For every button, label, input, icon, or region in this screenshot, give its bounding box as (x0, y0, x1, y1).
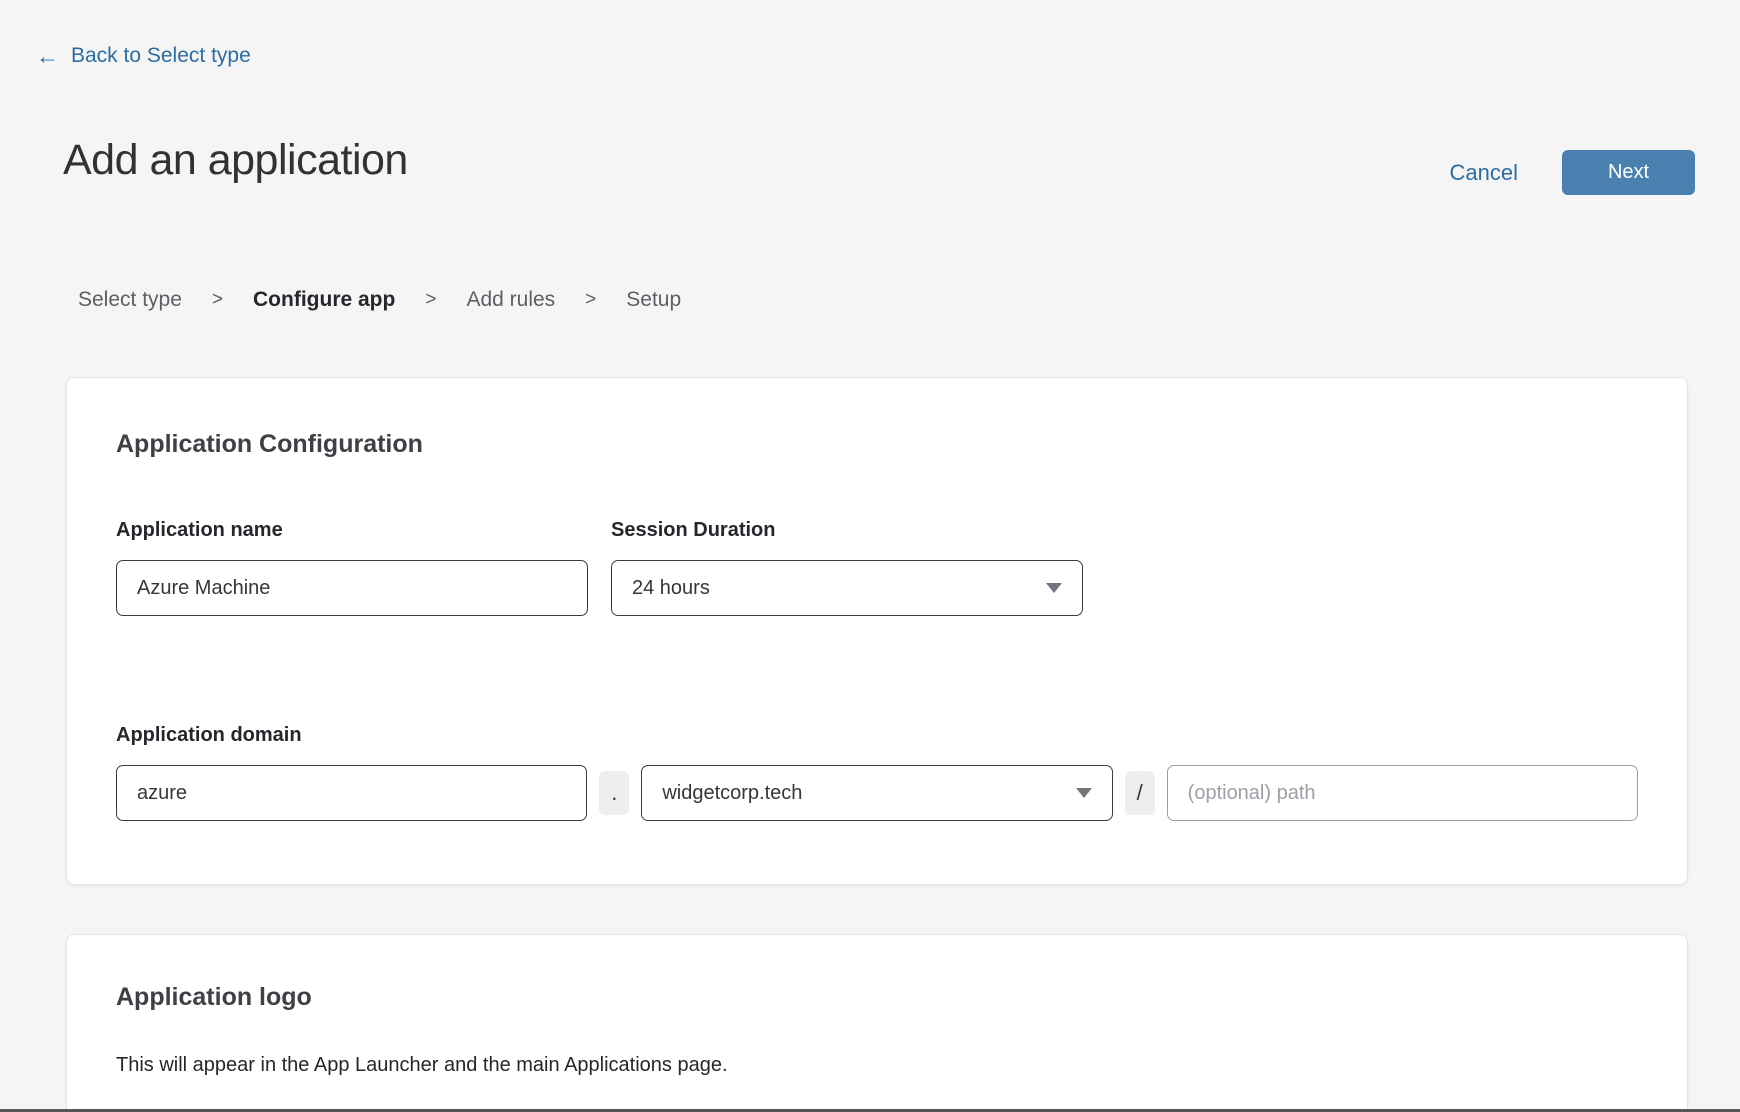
session-duration-select[interactable]: 24 hours (611, 560, 1083, 616)
application-configuration-heading: Application Configuration (116, 430, 1638, 459)
chevron-down-icon (1076, 788, 1092, 798)
breadcrumb-step-add-rules[interactable]: Add rules (466, 288, 555, 312)
session-duration-value: 24 hours (632, 577, 710, 600)
session-duration-label: Session Duration (611, 519, 1083, 542)
page-title: Add an application (63, 136, 408, 185)
session-duration-field-group: Session Duration 24 hours (611, 519, 1083, 616)
application-name-field-group: Application name (116, 519, 588, 616)
header-actions: Cancel Next (1450, 150, 1695, 195)
application-logo-heading: Application logo (116, 983, 1638, 1012)
back-link-label: Back to Select type (71, 44, 251, 68)
domain-select-value: widgetcorp.tech (662, 782, 802, 805)
breadcrumb: Select type > Configure app > Add rules … (78, 288, 681, 312)
chevron-down-icon (1046, 583, 1062, 593)
subdomain-input[interactable] (116, 765, 587, 821)
application-logo-description: This will appear in the App Launcher and… (116, 1054, 1638, 1077)
breadcrumb-step-configure-app[interactable]: Configure app (253, 288, 395, 312)
breadcrumb-separator: > (585, 289, 596, 311)
arrow-left-icon: ← (36, 45, 59, 68)
application-configuration-card: Application Configuration Application na… (66, 377, 1688, 885)
name-session-row: Application name Session Duration 24 hou… (116, 519, 1638, 616)
cancel-button[interactable]: Cancel (1450, 160, 1518, 186)
domain-select[interactable]: widgetcorp.tech (641, 765, 1112, 821)
application-domain-row: . widgetcorp.tech / (116, 765, 1638, 821)
breadcrumb-separator: > (425, 289, 436, 311)
slash-separator: / (1125, 771, 1155, 815)
application-name-input[interactable] (116, 560, 588, 616)
application-domain-label: Application domain (116, 724, 1638, 747)
path-input[interactable] (1167, 765, 1638, 821)
next-button[interactable]: Next (1562, 150, 1695, 195)
breadcrumb-step-select-type[interactable]: Select type (78, 288, 182, 312)
breadcrumb-separator: > (212, 289, 223, 311)
dot-separator: . (599, 771, 629, 815)
add-application-page: ← Back to Select type Add an application… (0, 0, 1740, 1112)
breadcrumb-step-setup[interactable]: Setup (626, 288, 681, 312)
application-logo-card: Application logo This will appear in the… (66, 934, 1688, 1112)
application-name-label: Application name (116, 519, 588, 542)
back-to-select-type-link[interactable]: ← Back to Select type (36, 44, 251, 68)
